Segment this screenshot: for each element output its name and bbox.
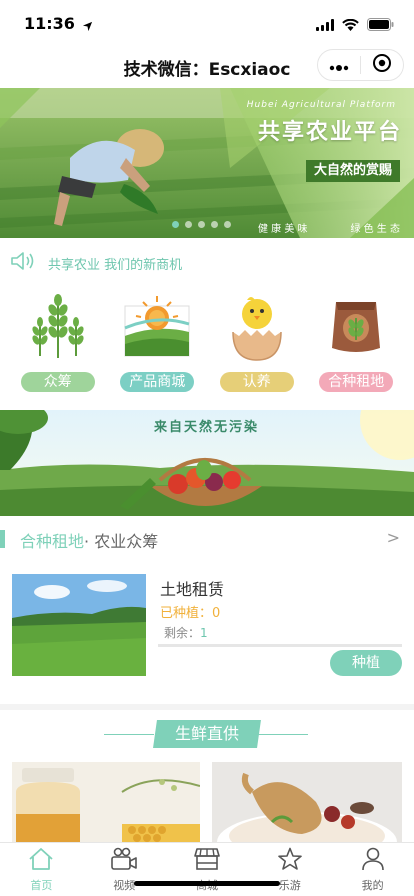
more-button[interactable] (318, 50, 360, 80)
mini-program-capsule (317, 49, 404, 81)
banner-pagination (172, 221, 231, 228)
tab-shop[interactable]: 商城 (166, 843, 249, 896)
location-arrow-icon (82, 17, 93, 36)
section-more-arrow[interactable]: > (387, 528, 400, 547)
banner-left-tagline: 健 康 美 味 (258, 224, 308, 235)
tab-profile[interactable]: 我的 (331, 843, 414, 896)
more-dots-icon (329, 56, 349, 75)
tab-label: 视频 (113, 879, 136, 892)
item-remaining: 剩余：1 (164, 624, 208, 641)
promo-banner-text: 来自天然无污染 (154, 420, 260, 435)
pagination-dot[interactable] (198, 221, 205, 228)
category-crowdfunding[interactable]: 众筹 (10, 290, 106, 400)
pagination-dot[interactable] (211, 221, 218, 228)
speaker-icon (10, 250, 36, 276)
section-title-main: 合种租地 (20, 532, 85, 551)
home-icon (28, 847, 54, 875)
banner-right-tagline: 绿 色 生 态 (350, 224, 400, 235)
wheat-icon (22, 290, 94, 362)
fresh-title: 生鲜直供 (174, 724, 239, 743)
section-divider (0, 704, 414, 710)
pagination-dot[interactable] (224, 221, 231, 228)
notice-text: 共享农业 我们的新商机 (48, 257, 183, 273)
land-image (12, 574, 146, 676)
user-icon (360, 847, 386, 875)
section-title: 合种租地· 农业众筹 (20, 528, 158, 552)
land-lease-card[interactable]: 土地租赁 已种植：0 剩余：1 种植 (12, 574, 404, 678)
banner-slogan: 大自然的赏赐 (305, 160, 400, 182)
fresh-product-list (12, 762, 402, 844)
item-title: 土地租赁 (160, 580, 225, 599)
fresh-product-honey[interactable] (12, 762, 200, 844)
category-label: 合种租地 (319, 372, 394, 392)
category-label: 众筹 (20, 372, 95, 392)
plant-button[interactable]: 种植 (330, 650, 402, 676)
cellular-signal-icon (316, 16, 334, 35)
fresh-line-left (104, 734, 154, 735)
promo-banner[interactable]: 来自天然无污染 (0, 410, 414, 516)
tab-travel[interactable]: 乐游 (248, 843, 331, 896)
category-product-mall[interactable]: 产品商城 (109, 290, 205, 400)
category-label: 产品商城 (120, 372, 195, 392)
video-camera-icon (110, 847, 138, 875)
fresh-product-soup[interactable] (212, 762, 402, 844)
section-header[interactable]: 合种租地· 农业众筹 > (0, 524, 414, 554)
hero-banner[interactable]: Hubei Agricultural Platform 共享农业平台 大自然的赏… (0, 88, 414, 238)
notice-bar[interactable]: 共享农业 我们的新商机 (0, 246, 414, 280)
star-icon (277, 847, 303, 875)
target-circle-icon (372, 53, 392, 77)
pagination-dot[interactable] (185, 221, 192, 228)
tab-label: 首页 (30, 879, 53, 892)
home-indicator[interactable] (134, 881, 280, 886)
category-adopt[interactable]: 认养 (209, 290, 305, 400)
banner-subtitle: Hubei Agricultural Platform (246, 100, 396, 110)
banner-title: 共享农业平台 (257, 120, 402, 145)
fresh-title-badge: 生鲜直供 (153, 720, 261, 748)
status-bar: 11:36 (0, 0, 414, 44)
pagination-dot-active[interactable] (172, 221, 179, 228)
item-planted: 已种植：0 (160, 606, 221, 621)
shop-icon (194, 847, 220, 875)
tab-video[interactable]: 视频 (83, 843, 166, 896)
category-co-rent[interactable]: 合种租地 (308, 290, 404, 400)
fresh-line-right (258, 734, 308, 735)
category-grid: 众筹 产品商城 认养 合种租地 (0, 290, 414, 400)
tab-label: 我的 (361, 879, 384, 892)
item-divider-line (158, 644, 402, 647)
bottom-tab-bar: 首页 视频 商城 乐游 我的 (0, 842, 414, 896)
section-accent-bar (0, 530, 5, 548)
category-label: 认养 (219, 372, 294, 392)
close-mini-program-button[interactable] (361, 50, 403, 80)
battery-icon (367, 16, 394, 35)
section-subtitle: · 农业众筹 (84, 532, 159, 551)
nav-bar: 技术微信：Escxiaoc (0, 44, 414, 88)
wifi-icon (342, 16, 359, 35)
sunrise-field-icon (121, 290, 193, 362)
tab-home[interactable]: 首页 (0, 843, 83, 896)
item-remaining-value: 1 (200, 626, 208, 640)
status-icons (316, 16, 394, 35)
chick-egg-icon (221, 290, 293, 362)
item-remaining-label: 剩余： (164, 626, 201, 640)
fresh-section-header: 生鲜直供 (0, 718, 414, 750)
status-time: 11:36 (24, 14, 75, 33)
seed-bag-icon (320, 290, 392, 362)
tab-label: 乐游 (278, 879, 301, 892)
